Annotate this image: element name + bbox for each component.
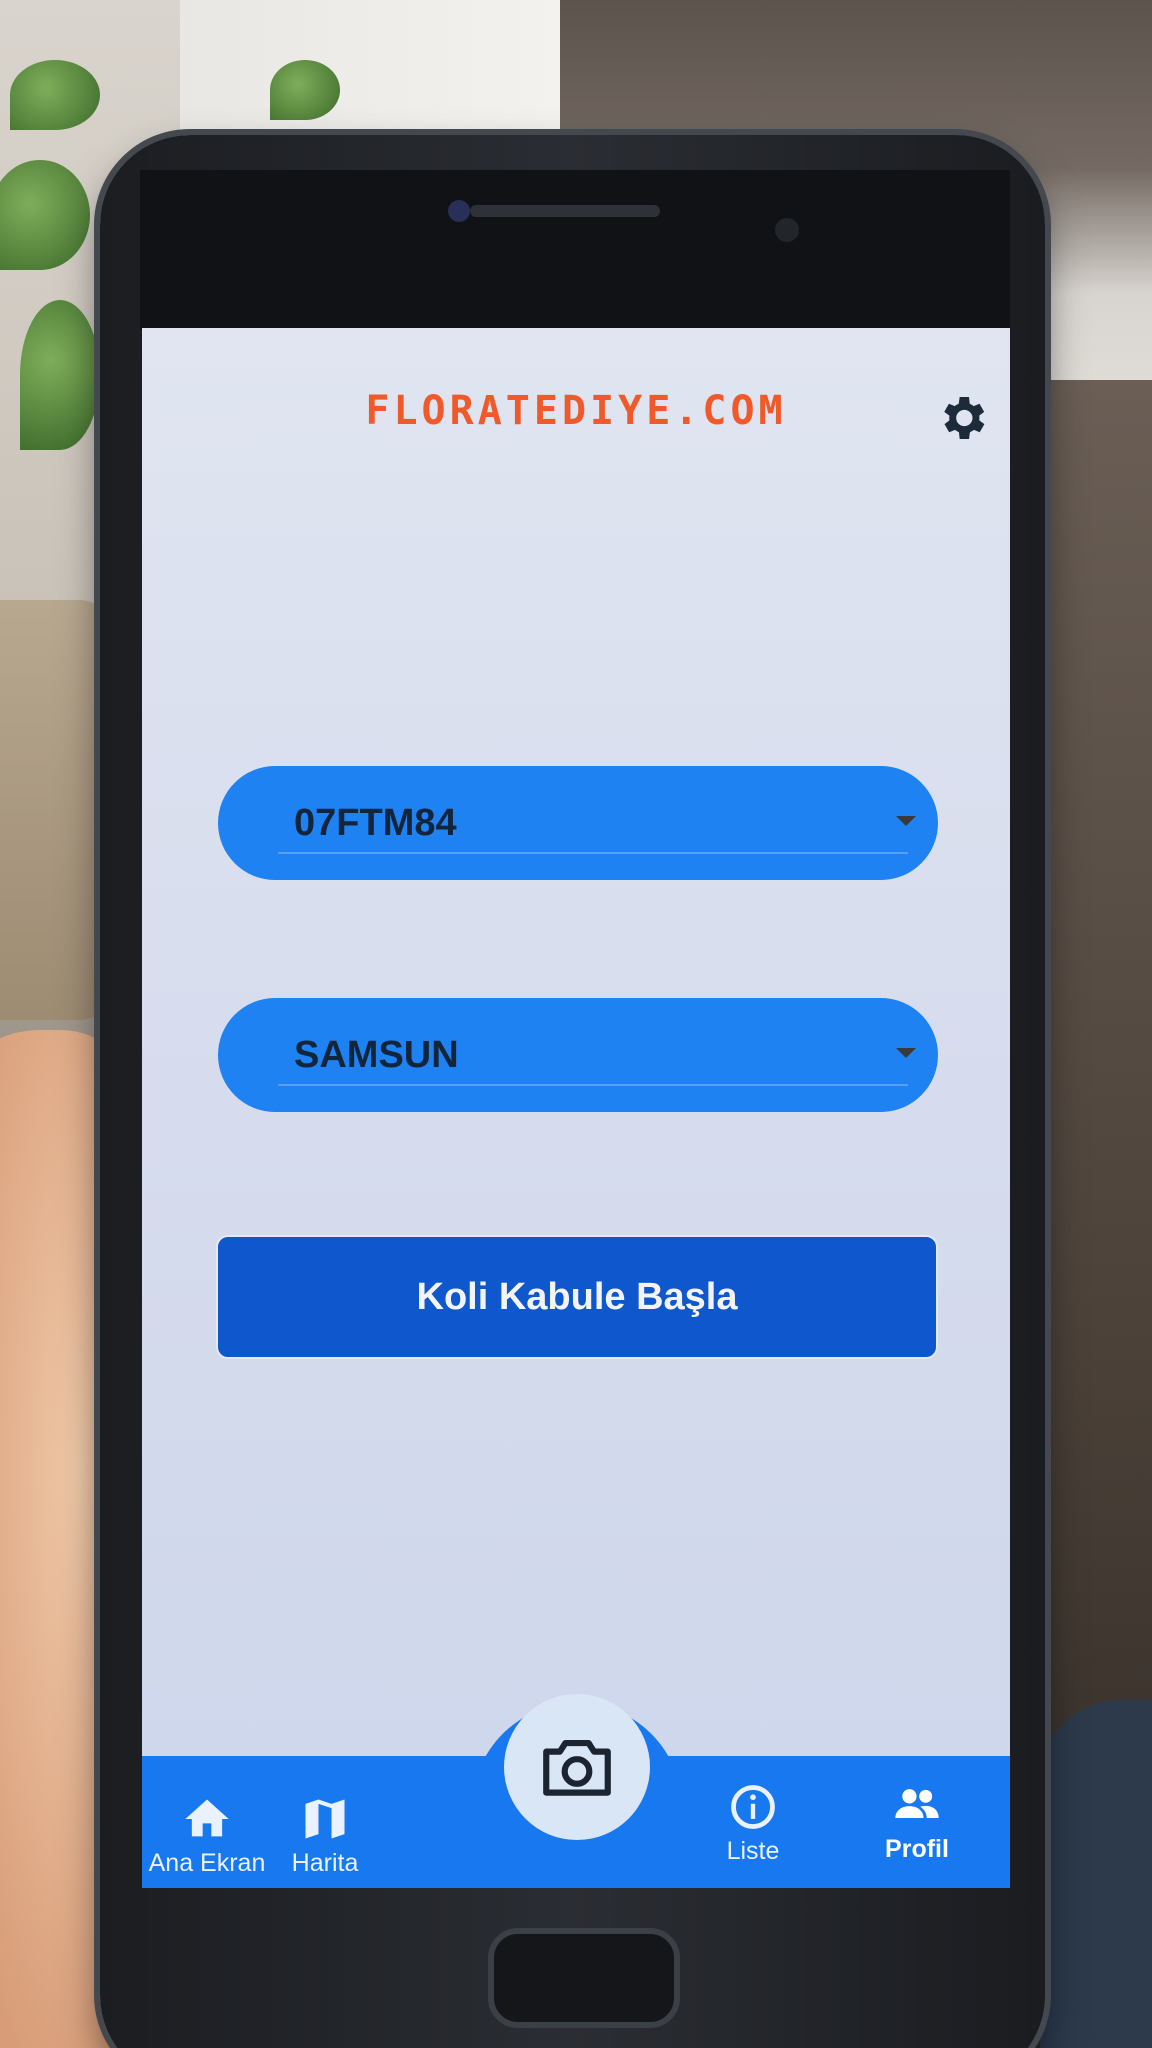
map-icon	[305, 1799, 345, 1839]
phone-top-bezel	[140, 170, 1010, 330]
info-icon	[731, 1785, 775, 1829]
background-cloth	[1040, 1700, 1152, 2048]
dropdown-underline	[278, 852, 908, 854]
code-dropdown-value: 07FTM84	[294, 801, 457, 844]
city-dropdown[interactable]: SAMSUN	[218, 998, 938, 1112]
home-icon	[185, 1799, 229, 1837]
code-dropdown[interactable]: 07FTM84	[218, 766, 938, 880]
nav-home-label: Ana Ekran	[148, 1849, 266, 1877]
start-parcel-acceptance-button[interactable]: Koli Kabule Başla	[216, 1235, 938, 1359]
nav-profile-label: Profil	[885, 1835, 949, 1863]
brand-logo: FLORATEDIYE.COM	[365, 388, 787, 434]
home-hardware-button[interactable]	[488, 1928, 680, 2028]
earpiece-speaker	[470, 205, 660, 217]
chevron-down-icon	[896, 816, 916, 826]
camera-button[interactable]	[504, 1694, 650, 1840]
nav-list-label: Liste	[726, 1837, 780, 1865]
nav-map-label: Harita	[291, 1849, 359, 1877]
dropdown-underline	[278, 1084, 908, 1086]
nav-profile[interactable]: Profil	[842, 1779, 992, 1864]
app-screen: FLORATEDIYE.COM 07FTM84 SAMSUN Koli Kabu…	[142, 328, 1010, 1888]
nav-list[interactable]: Liste	[678, 1781, 828, 1866]
chevron-down-icon	[896, 1048, 916, 1058]
plant-leaf	[10, 60, 100, 130]
plant-leaf	[0, 160, 90, 270]
group-icon	[895, 1789, 939, 1818]
gear-icon	[944, 397, 985, 439]
camera-icon	[543, 1740, 611, 1796]
city-dropdown-value: SAMSUN	[294, 1033, 459, 1076]
photo-scene: FLORATEDIYE.COM 07FTM84 SAMSUN Koli Kabu…	[0, 0, 1152, 2048]
plant-leaf	[270, 60, 340, 120]
nav-map[interactable]: Harita	[250, 1793, 400, 1878]
plant-leaf	[20, 300, 100, 450]
plant-pot	[0, 600, 110, 1020]
proximity-sensor	[775, 218, 799, 242]
front-camera	[448, 200, 470, 222]
settings-button[interactable]	[934, 390, 990, 446]
